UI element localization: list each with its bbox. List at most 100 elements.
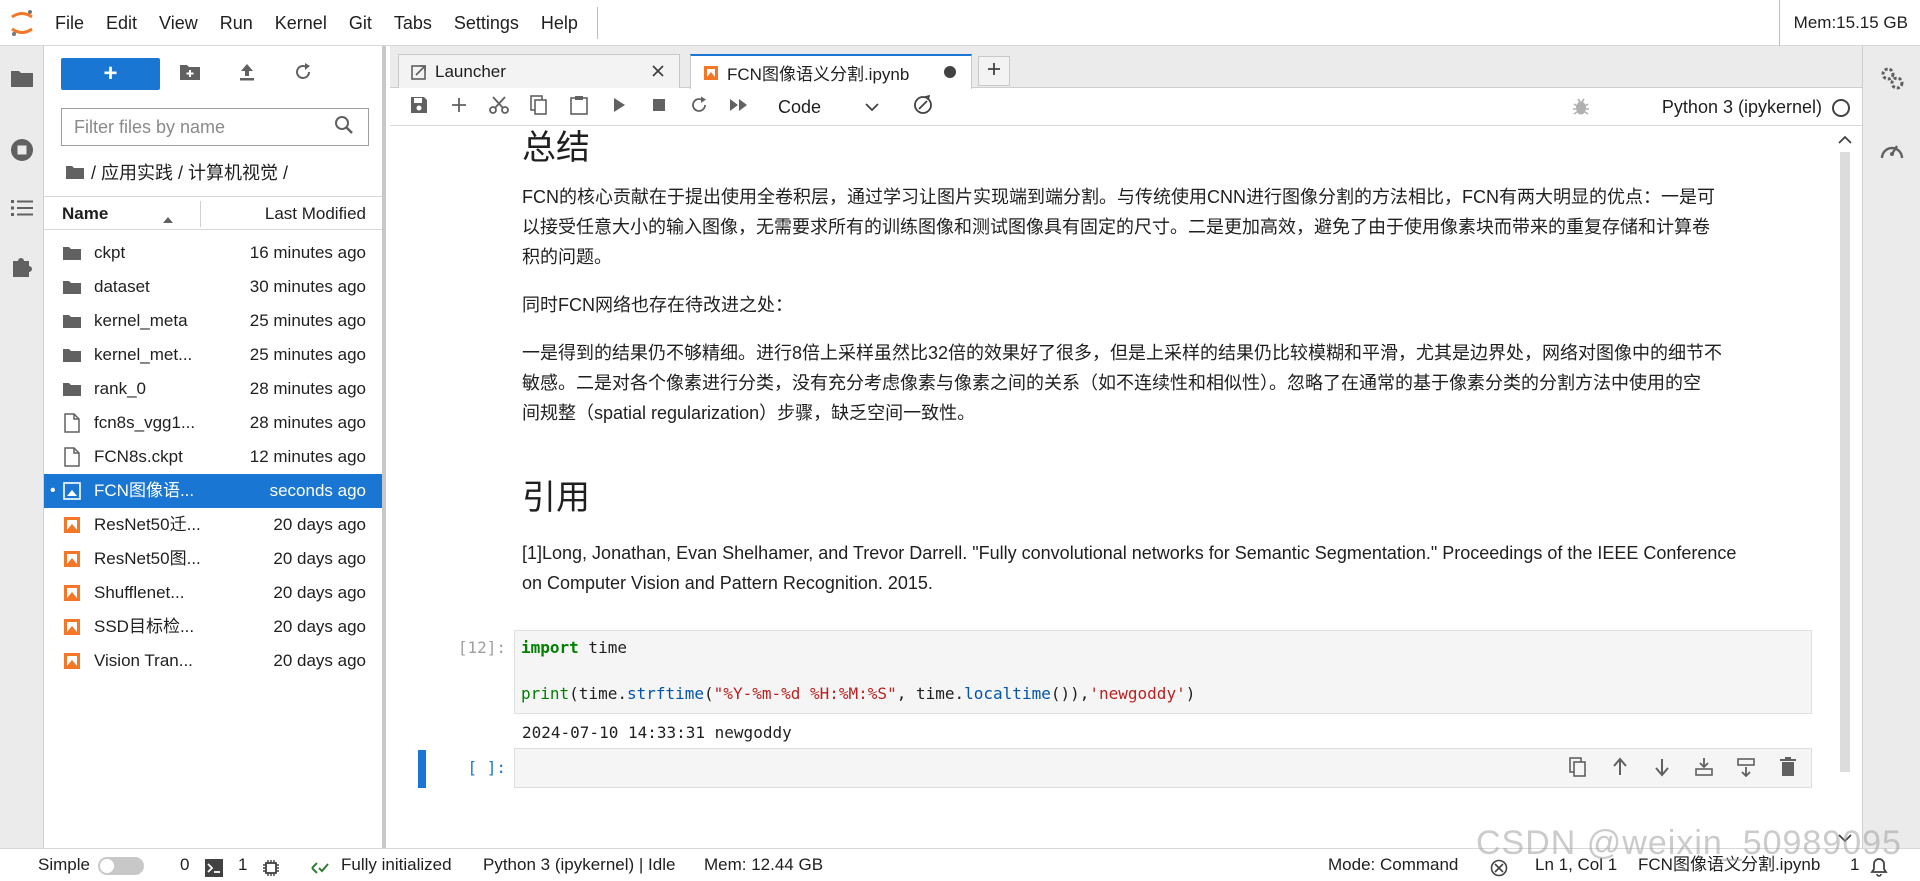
move-cell-up-button[interactable] xyxy=(1603,753,1637,785)
run-cell-button[interactable] xyxy=(604,92,634,122)
resource-monitor-tab[interactable] xyxy=(1870,130,1914,174)
simple-mode-toggle[interactable] xyxy=(98,857,144,875)
empty-code-cell[interactable] xyxy=(514,748,1812,788)
insert-cell-above-button[interactable] xyxy=(1687,753,1721,785)
restart-icon xyxy=(690,96,708,119)
unsaved-dot-icon[interactable] xyxy=(941,63,959,81)
file-row[interactable]: dataset 30 minutes ago xyxy=(44,270,382,304)
active-cell-marker xyxy=(418,750,426,788)
new-folder-button[interactable] xyxy=(174,58,206,90)
extensions-tab[interactable] xyxy=(0,246,44,290)
refresh-button[interactable] xyxy=(287,58,319,90)
save-button[interactable] xyxy=(404,92,434,122)
code-token: ()), xyxy=(1050,684,1090,703)
file-row[interactable]: Vision Tran... 20 days ago xyxy=(44,644,382,678)
property-inspector-tab[interactable] xyxy=(1870,58,1914,102)
running-sessions-tab[interactable] xyxy=(0,130,44,174)
code-token: print xyxy=(521,684,570,703)
file-row[interactable]: fcn8s_vgg1... 28 minutes ago xyxy=(44,406,382,440)
delete-cell-button[interactable] xyxy=(1771,753,1805,785)
plus-icon xyxy=(986,61,1002,82)
file-row[interactable]: ResNet50迁... 20 days ago xyxy=(44,508,382,542)
file-row[interactable]: rank_0 28 minutes ago xyxy=(44,372,382,406)
terminals-count[interactable]: 0 xyxy=(180,849,189,881)
add-tab-button[interactable] xyxy=(978,56,1010,86)
folder-icon[interactable] xyxy=(65,164,85,180)
file-modified: 20 days ago xyxy=(273,583,366,602)
upload-icon xyxy=(238,62,256,87)
launcher-icon xyxy=(411,64,427,80)
kernel-status[interactable]: Python 3 (ipykernel) | Idle xyxy=(483,849,675,881)
notebook-icon xyxy=(703,65,719,81)
filter-box xyxy=(61,108,369,146)
menu-settings[interactable]: Settings xyxy=(443,0,530,46)
sort-ascending-icon xyxy=(162,209,174,229)
kernel-name[interactable]: Python 3 (ipykernel) xyxy=(1662,88,1822,126)
menu-tabs[interactable]: Tabs xyxy=(383,0,443,46)
code-cell-prompt: [12]: xyxy=(457,638,506,657)
menu-file[interactable]: File xyxy=(44,0,95,46)
markdown-cell-references[interactable]: 引用 [1]Long, Jonathan, Evan Shelhamer, an… xyxy=(522,476,1792,598)
init-status: Fully initialized xyxy=(341,855,452,874)
text-line: 以接受任意大小的输入图像，无需要求所有的训练图像和测试图像具有固定的尺寸。二是更… xyxy=(522,217,1710,237)
new-launcher-button[interactable]: + xyxy=(61,58,160,90)
name-column-header[interactable]: Name xyxy=(62,197,108,231)
file-name: SSD目标检... xyxy=(94,617,195,636)
bug-icon[interactable] xyxy=(1572,96,1590,121)
file-icon xyxy=(62,447,82,467)
insert-cell-below-button[interactable] xyxy=(1729,753,1763,785)
interrupt-kernel-button[interactable] xyxy=(644,92,674,122)
menu-edit[interactable]: Edit xyxy=(95,0,148,46)
file-row[interactable]: • FCN图像语... seconds ago xyxy=(44,474,382,508)
close-icon[interactable] xyxy=(649,62,667,80)
modified-column-header[interactable]: Last Modified xyxy=(265,197,366,231)
filter-files-input[interactable] xyxy=(62,116,324,138)
file-name: fcn8s_vgg1... xyxy=(94,413,196,432)
menu-help[interactable]: Help xyxy=(530,0,589,46)
scrollbar-thumb[interactable] xyxy=(1840,152,1850,772)
upload-button[interactable] xyxy=(231,58,263,90)
folder-icon xyxy=(62,346,82,364)
menu-git[interactable]: Git xyxy=(338,0,383,46)
file-row[interactable]: Shufflenet... 20 days ago xyxy=(44,576,382,610)
file-browser-tab[interactable] xyxy=(0,58,44,102)
search-icon xyxy=(334,115,354,140)
move-cell-down-button[interactable] xyxy=(1645,753,1679,785)
file-row[interactable]: ResNet50图... 20 days ago xyxy=(44,542,382,576)
text-line: on Computer Vision and Pattern Recogniti… xyxy=(522,573,933,593)
tab-notebook[interactable]: FCN图像语义分割.ipynb xyxy=(690,54,972,89)
cell-toolbar xyxy=(1561,753,1805,785)
kernels-count[interactable]: 1 xyxy=(238,849,247,881)
copy-button[interactable] xyxy=(524,92,554,122)
cut-button[interactable] xyxy=(484,92,514,122)
menu-run[interactable]: Run xyxy=(209,0,264,46)
arrow-down-icon xyxy=(1653,757,1671,782)
file-browser: + / 应用实践 / 计算机视觉 / Name xyxy=(44,46,386,848)
code-token: 'newgoddy' xyxy=(1089,684,1186,703)
notebook-scrollbar[interactable] xyxy=(1834,126,1856,848)
file-name: Vision Tran... xyxy=(94,651,193,670)
file-row[interactable]: ckpt 16 minutes ago xyxy=(44,236,382,270)
notebook-icon xyxy=(62,584,82,602)
paste-button[interactable] xyxy=(564,92,594,122)
duplicate-cell-button[interactable] xyxy=(1561,753,1595,785)
file-row[interactable]: kernel_meta 25 minutes ago xyxy=(44,304,382,338)
memory-indicator: Mem:15.15 GB xyxy=(1778,0,1920,46)
file-row[interactable]: kernel_met... 25 minutes ago xyxy=(44,338,382,372)
file-modified: 20 days ago xyxy=(273,515,366,534)
breadcrumb-path[interactable]: / 应用实践 / 计算机视觉 / xyxy=(91,159,288,185)
file-row[interactable]: SSD目标检... 20 days ago xyxy=(44,610,382,644)
cell-type-select[interactable]: Code xyxy=(778,92,894,122)
tab-launcher[interactable]: Launcher xyxy=(398,54,680,88)
git-diff-button[interactable] xyxy=(908,92,938,122)
menu-view[interactable]: View xyxy=(148,0,209,46)
menu-kernel[interactable]: Kernel xyxy=(264,0,338,46)
insert-cell-button[interactable] xyxy=(444,92,474,122)
restart-run-all-button[interactable] xyxy=(724,92,754,122)
summary-paragraph-1: FCN的核心贡献在于提出使用全卷积层，通过学习让图片实现端到端分割。与传统使用C… xyxy=(522,182,1792,272)
file-row[interactable]: FCN8s.ckpt 12 minutes ago xyxy=(44,440,382,474)
table-of-contents-tab[interactable] xyxy=(0,188,44,232)
markdown-cell-summary[interactable]: 总结 FCN的核心贡献在于提出使用全卷积层，通过学习让图片实现端到端分割。与传统… xyxy=(522,126,1792,428)
code-cell-editor[interactable]: import time print(time.strftime("%Y-%m-%… xyxy=(514,630,1812,714)
restart-kernel-button[interactable] xyxy=(684,92,714,122)
